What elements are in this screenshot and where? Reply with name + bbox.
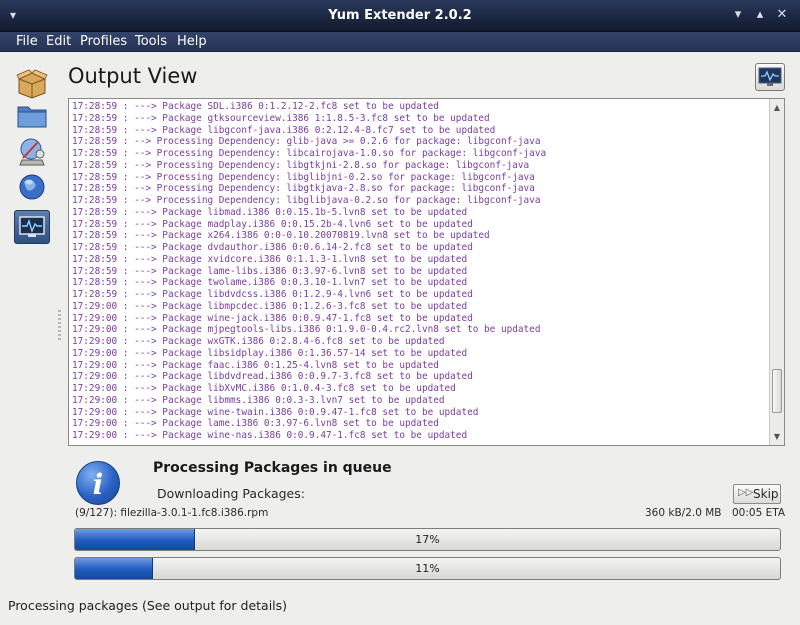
log-line: 17:29:00 : ---> Package wine-jack.i386 0… — [72, 312, 473, 324]
sidebar-item-repositories[interactable] — [14, 134, 50, 168]
scrollbar-thumb[interactable] — [772, 369, 782, 413]
log-line: 17:28:59 : --> Processing Dependency: li… — [72, 148, 547, 159]
log-line: 17:29:00 : ---> Package wine-nas.i386 0:… — [72, 430, 468, 441]
log-line: 17:29:00 : ---> Package libmms.i386 0:0.… — [72, 394, 445, 406]
scroll-down-icon[interactable]: ▼ — [770, 430, 784, 444]
maximize-icon[interactable]: ▴ — [752, 7, 768, 23]
file-progress-bar: 17% — [74, 528, 781, 551]
progress-subtitle: Downloading Packages: — [157, 486, 305, 501]
log-line: 17:29:00 : ---> Package faac.i386 0:1.25… — [72, 359, 439, 371]
menu-profiles[interactable]: Profiles — [80, 34, 127, 49]
download-eta: 00:05 ETA — [732, 507, 786, 519]
log-line: 17:29:00 : ---> Package wine-twain.i386 … — [72, 406, 479, 418]
log-line: 17:28:59 : --> Processing Dependency: li… — [72, 183, 535, 195]
log-line: 17:28:59 : ---> Package dvdauthor.i386 0… — [72, 242, 473, 253]
title-bar: ▾ Yum Extender 2.0.2 ▾ ▴ ✕ — [0, 0, 800, 32]
monitor-icon — [758, 67, 782, 86]
current-file: (9/127): filezilla-3.0.1-1.fc8.i386.rpm — [75, 507, 269, 519]
log-line: 17:28:59 : ---> Package gtksourceview.i3… — [72, 112, 490, 124]
sidebar-item-packages[interactable] — [14, 66, 50, 100]
globe-icon — [19, 174, 45, 200]
log-line: 17:29:00 : ---> Package mjpegtools-libs.… — [72, 324, 541, 336]
menu-file[interactable]: File — [16, 34, 38, 49]
log-line: 17:28:59 : --> Processing Dependency: li… — [72, 195, 541, 206]
progress-title: Processing Packages in queue — [153, 460, 392, 476]
header-monitor-button[interactable] — [755, 63, 785, 91]
log-line: 17:29:00 : ---> Package lame.i386 0:3.97… — [72, 418, 439, 430]
pane-resize-grip[interactable] — [58, 310, 61, 340]
download-size: 360 kB/2.0 MB — [645, 507, 722, 519]
log-scrollbar[interactable]: ▲ ▼ — [769, 99, 784, 445]
total-progress-label: 11% — [415, 562, 440, 575]
log-line: 17:29:00 : ---> Package libsidplay.i386 … — [72, 347, 468, 359]
minimize-icon[interactable]: ▾ — [730, 7, 746, 23]
log-line: 17:28:59 : ---> Package libgconf-java.i3… — [72, 124, 496, 136]
log-line: 17:28:59 : ---> Package libdvdcss.i386 0… — [72, 289, 473, 300]
sidebar-item-groups[interactable] — [14, 98, 50, 132]
log-line: 17:29:00 : ---> Package wxGTK.i386 0:2.8… — [72, 336, 445, 347]
status-bar-text: Processing packages (See output for deta… — [8, 598, 288, 613]
output-log-text: 17:28:59 : ---> Package SDL.i386 0:1.2.1… — [72, 101, 767, 443]
log-line: 17:28:59 : ---> Package lame-libs.i386 0… — [72, 265, 468, 277]
log-line: 17:28:59 : ---> Package x264.i386 0:0-0.… — [72, 230, 490, 242]
log-line: 17:29:00 : ---> Package libXvMC.i386 0:1… — [72, 383, 456, 394]
log-line: 17:28:59 : --> Processing Dependency: li… — [72, 171, 535, 183]
info-icon: i — [76, 461, 120, 505]
output-log[interactable]: 17:28:59 : ---> Package SDL.i386 0:1.2.1… — [68, 98, 785, 446]
repository-icon — [19, 138, 45, 166]
menu-edit[interactable]: Edit — [46, 34, 71, 49]
window-title: Yum Extender 2.0.2 — [328, 8, 472, 23]
sidebar-item-output[interactable] — [14, 210, 50, 244]
skip-label: Skip — [753, 487, 779, 501]
log-line: 17:28:59 : ---> Package SDL.i386 0:1.2.1… — [72, 101, 439, 112]
folder-icon — [17, 106, 47, 128]
close-icon[interactable]: ✕ — [774, 7, 790, 23]
menu-tools[interactable]: Tools — [135, 34, 167, 49]
log-line: 17:28:59 : ---> Package xvidcore.i386 0:… — [72, 253, 468, 265]
menu-help[interactable]: Help — [177, 34, 207, 49]
log-line: 17:28:59 : --> Processing Dependency: gl… — [72, 136, 541, 148]
log-line: 17:29:00 : ---> Package libdvdread.i386 … — [72, 371, 473, 383]
page-title: Output View — [68, 64, 198, 88]
log-line: 17:28:59 : ---> Package twolame.i386 0:0… — [72, 277, 468, 289]
skip-button[interactable]: ▷▷ Skip — [733, 484, 781, 504]
log-line: 17:28:59 : --> Processing Dependency: li… — [72, 159, 530, 171]
skip-icon: ▷▷ — [738, 487, 754, 498]
scroll-up-icon[interactable]: ▲ — [770, 101, 784, 115]
log-line: 17:28:59 : ---> Package madplay.i386 0:0… — [72, 218, 473, 230]
sidebar-item-online[interactable] — [14, 170, 50, 204]
output-monitor-icon — [19, 216, 45, 237]
log-line: 17:29:00 : ---> Package libmpcdec.i386 0… — [72, 300, 468, 312]
app-window: ▾ Yum Extender 2.0.2 ▾ ▴ ✕ File Edit Pro… — [0, 0, 800, 625]
menu-bar: File Edit Profiles Tools Help — [0, 32, 800, 52]
total-progress-bar: 11% — [74, 557, 781, 580]
log-line: 17:28:59 : ---> Package libmad.i386 0:0.… — [72, 206, 468, 218]
file-progress-label: 17% — [415, 533, 440, 546]
sidebar — [8, 60, 56, 590]
package-box-icon — [16, 69, 48, 99]
